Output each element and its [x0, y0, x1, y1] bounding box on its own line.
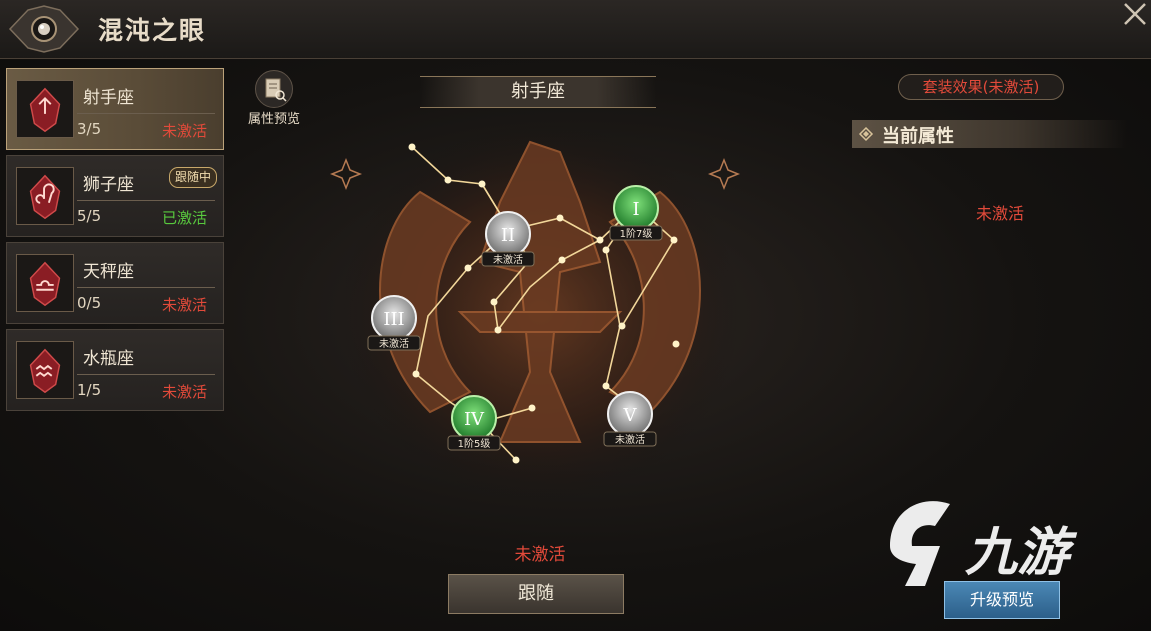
set-effect-badge[interactable]: 套装效果(未激活) [876, 74, 1086, 100]
sagittarius-icon [16, 80, 74, 138]
zodiac-name: 狮子座 [83, 175, 134, 195]
zodiac-progress: 3/5 [77, 120, 102, 138]
divider [77, 374, 215, 375]
divider [77, 200, 215, 201]
follow-button[interactable]: 跟随 [448, 574, 624, 614]
node-numeral: V [623, 405, 638, 426]
zodiac-status: 未激活 [161, 122, 207, 140]
aquarius-icon [16, 341, 74, 399]
current-attributes-status: 未激活 [975, 204, 1024, 223]
zodiac-name: 天秤座 [83, 262, 134, 282]
zodiac-item-leo[interactable]: 狮子座 跟随中 5/5 已激活 [6, 155, 224, 237]
eye-emblem-icon [8, 5, 80, 53]
zodiac-item-sagittarius[interactable]: 射手座 3/5 未激活 [6, 68, 224, 150]
upgrade-preview-button[interactable]: 升级预览 [944, 581, 1060, 619]
node-ii[interactable]: II 未激活 [481, 211, 535, 267]
node-iv[interactable]: IV 1阶5级 [447, 395, 501, 451]
node-i[interactable]: I 1阶7级 [609, 185, 663, 241]
zodiac-progress: 5/5 [77, 207, 102, 225]
zodiac-name: 水瓶座 [83, 349, 134, 369]
node-numeral: IV [464, 409, 485, 430]
leo-icon [16, 167, 74, 225]
set-effect-label: 套装效果(未激活) [922, 78, 1040, 96]
constellation-title: 射手座 [420, 76, 656, 108]
node-numeral: II [501, 225, 515, 246]
constellation-map: I 1阶7级 II 未激活 III 未激活 IV 1阶5级 V 未激活 [329, 122, 741, 502]
knot-icon [858, 126, 874, 142]
divider [77, 287, 215, 288]
watermark-text: 九游 [965, 523, 1070, 583]
node-numeral: I [632, 199, 639, 220]
zodiac-progress: 0/5 [77, 294, 102, 312]
node-numeral: III [383, 309, 404, 330]
zodiac-status: 已激活 [161, 209, 207, 227]
zodiac-list: 射手座 3/5 未激活 狮子座 跟随中 5/5 已激活 天秤座 0/5 未激活 … [6, 68, 224, 416]
close-icon[interactable] [1119, 0, 1149, 30]
attribute-preview-circle [255, 70, 293, 108]
node-label: 未激活 [379, 337, 409, 350]
libra-icon [16, 254, 74, 312]
zodiac-item-libra[interactable]: 天秤座 0/5 未激活 [6, 242, 224, 324]
constellation-status: 未激活 [514, 545, 566, 565]
top-bar: 混沌之眼 [0, 0, 1151, 59]
current-attributes-title: 当前属性 [882, 126, 954, 147]
scroll-search-icon [265, 78, 287, 102]
zodiac-progress: 1/5 [77, 381, 102, 399]
page-title: 混沌之眼 [98, 16, 207, 45]
node-label: 1阶7级 [620, 227, 653, 240]
node-v[interactable]: V 未激活 [603, 391, 657, 447]
zodiac-status: 未激活 [161, 383, 207, 401]
zodiac-name: 射手座 [83, 88, 134, 108]
node-iii[interactable]: III 未激活 [367, 295, 421, 351]
following-badge: 跟随中 [168, 167, 217, 188]
current-attributes-header: 当前属性 [852, 120, 1127, 148]
zodiac-item-aquarius[interactable]: 水瓶座 1/5 未激活 [6, 329, 224, 411]
zodiac-status: 未激活 [161, 296, 207, 314]
node-label: 未激活 [493, 253, 523, 266]
node-label: 1阶5级 [458, 437, 491, 450]
divider [77, 113, 215, 114]
node-label: 未激活 [615, 433, 645, 446]
